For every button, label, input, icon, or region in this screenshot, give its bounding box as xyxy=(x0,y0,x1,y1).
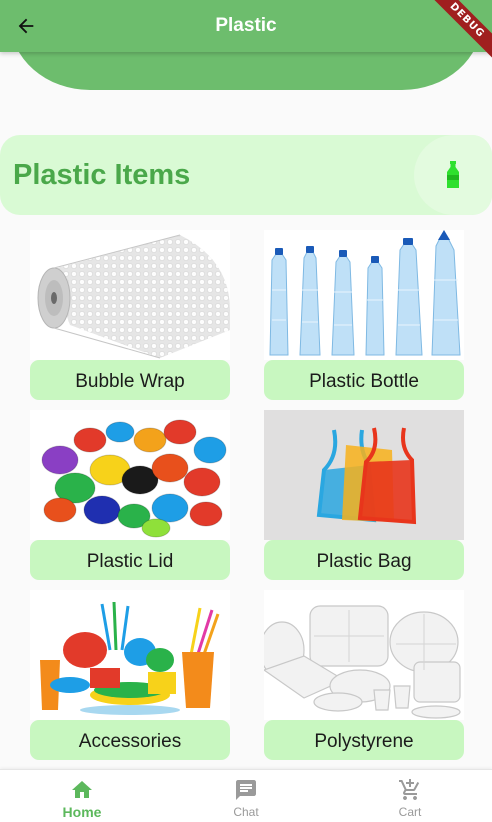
nav-item-chat[interactable]: Chat xyxy=(164,770,328,822)
item-tile-accessories[interactable]: Accessories xyxy=(30,590,230,760)
bottom-navigation: Home Chat Cart xyxy=(0,769,492,822)
nav-label-home: Home xyxy=(62,804,102,820)
header-icon-container xyxy=(414,135,492,215)
item-tile-plastic-lid[interactable]: Plastic Lid xyxy=(30,410,230,580)
item-label: Polystyrene xyxy=(264,720,464,760)
bubble-wrap-image xyxy=(30,230,230,360)
cart-icon xyxy=(399,779,420,800)
item-label: Accessories xyxy=(30,720,230,760)
item-tile-plastic-bottle[interactable]: Plastic Bottle xyxy=(264,230,464,400)
home-icon xyxy=(72,781,92,798)
bottle-icon xyxy=(447,161,459,188)
item-label: Plastic Lid xyxy=(30,540,230,580)
polystyrene-image xyxy=(264,590,464,720)
item-label: Bubble Wrap xyxy=(30,360,230,400)
section-title: Plastic Items xyxy=(13,159,191,191)
item-label: Plastic Bag xyxy=(264,540,464,580)
section-header-card: Plastic Items xyxy=(0,135,492,215)
nav-item-cart[interactable]: Cart xyxy=(328,770,492,822)
plastic-screen: Plastic DEBUG Plastic Items Bubble Wrap … xyxy=(0,0,492,822)
nav-label-cart: Cart xyxy=(398,805,422,819)
plastic-bag-image xyxy=(264,410,464,540)
app-bar: Plastic xyxy=(0,0,492,52)
nav-label-chat: Chat xyxy=(233,805,259,819)
plastic-lid-image xyxy=(30,410,230,540)
item-tile-bubble-wrap[interactable]: Bubble Wrap xyxy=(30,230,230,400)
plastic-bottle-image xyxy=(264,230,464,360)
item-label: Plastic Bottle xyxy=(264,360,464,400)
page-title: Plastic xyxy=(215,15,277,36)
item-tile-plastic-bag[interactable]: Plastic Bag xyxy=(264,410,464,580)
chat-icon xyxy=(236,780,256,800)
item-tile-polystyrene[interactable]: Polystyrene xyxy=(264,590,464,760)
accessories-image xyxy=(30,590,230,720)
nav-item-home[interactable]: Home xyxy=(0,770,164,822)
